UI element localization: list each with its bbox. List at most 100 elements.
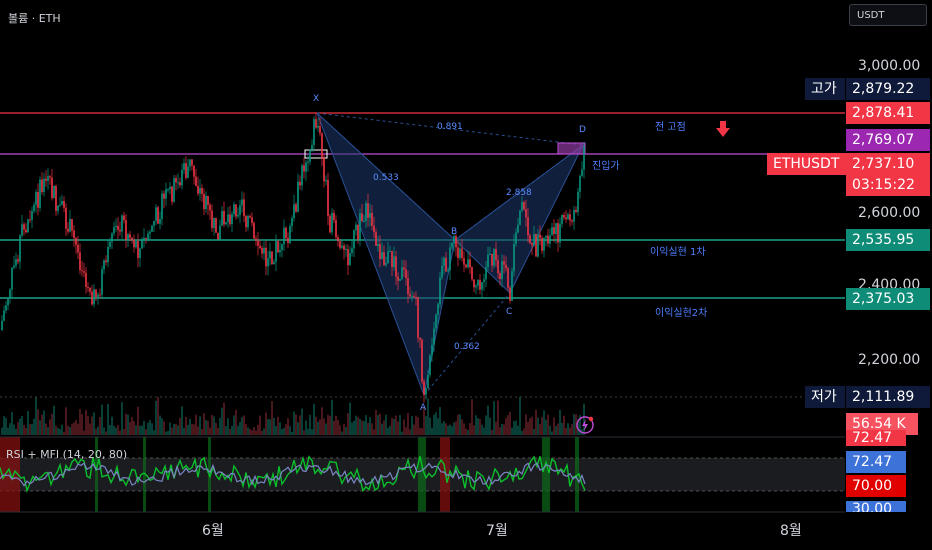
volume-bar [39,420,41,435]
candle-body [109,241,111,247]
volume-bar [19,418,21,435]
candle-body [83,271,85,273]
volume-bar [31,423,33,435]
volume-bar [41,414,43,435]
volume-bar [173,424,175,435]
candle-body [229,214,231,225]
alert-dot [588,416,594,422]
candle-body [35,192,37,205]
candle-body [181,169,183,186]
volume-bar [349,402,351,435]
candle-body [79,252,81,271]
candle-body [301,165,303,186]
candle-body [407,278,409,295]
candle-body [263,247,265,254]
volume-bar [361,420,363,435]
red-line-price-tag[interactable]: 2,878.41 [846,102,930,124]
candle-body [297,181,299,212]
volume-bar [561,422,563,435]
volume-bar [555,426,557,435]
candle-body [289,226,291,243]
volume-bar [273,417,275,435]
candle-body [27,219,29,233]
point-x-label: X [313,94,320,104]
volume-bar [377,415,379,435]
price-chart[interactable] [0,0,932,550]
candle-body [369,212,371,218]
candle-body [167,189,169,191]
candle-body [387,251,389,264]
volume-bar [215,422,217,435]
volume-bar [309,414,311,435]
volume-bar [313,403,315,435]
volume-bar [103,427,105,435]
candle-body [155,207,157,221]
volume-bar [297,422,299,435]
candle-body [325,180,327,182]
entry-zone-box[interactable] [557,142,586,155]
candle-body [299,181,301,186]
candle-body [459,248,461,258]
candle-body [575,209,577,212]
volume-bar [533,428,535,435]
volume-bar [371,423,373,435]
volume-bar [369,417,371,435]
candle-body [503,261,505,265]
volume-bar [421,428,423,435]
volume-bar [43,410,45,435]
candle-body [19,235,21,262]
candle-body [21,224,23,236]
volume-bar [149,420,151,435]
candle-body [209,205,211,211]
chart-stage[interactable]: 볼륨 · ETH USDT X A B C D 0.533 0.362 2.85… [0,0,932,550]
volume-bar [507,415,509,435]
volume-bar [99,417,101,435]
candle-body [533,234,535,246]
volume-bar [459,414,461,435]
purple-line-price-tag[interactable]: 2,769.07 [846,129,930,151]
volume-bar [69,427,71,435]
volume-bar [197,426,199,435]
volume-bar [253,427,255,435]
tp1-price-tag[interactable]: 2,535.95 [846,229,930,251]
candle-body [513,243,515,272]
volume-bar [281,429,283,435]
currency-select[interactable]: USDT [849,4,927,26]
candle-body [343,245,345,250]
candle-body [565,217,567,220]
candle-body [529,235,531,244]
candle-body [95,289,97,298]
volume-bar [27,410,29,435]
candle-body [337,237,339,242]
candle-body [437,304,439,315]
volume-bar [85,409,87,435]
volume-bar [201,428,203,435]
candle-body [309,149,311,162]
volume-bar [65,407,67,435]
pattern-xab[interactable] [316,112,456,397]
volume-bar [9,423,11,435]
volume-bar [545,419,547,435]
volume-bar [289,426,291,435]
volume-bar [25,427,27,435]
candle-body [441,265,443,278]
candle-body [165,189,167,199]
candle-body [147,233,149,240]
candle-body [211,210,213,228]
volume-bar [105,431,107,435]
candle-body [25,229,27,233]
volume-bar [397,421,399,435]
volume-bar [407,412,409,435]
candle-body [527,217,529,236]
volume-bar [353,420,355,435]
volume-bar [161,418,163,435]
volume-bar [301,408,303,435]
tp2-price-tag[interactable]: 2,375.03 [846,288,930,310]
candle-body [411,296,413,298]
candle-body [555,223,557,234]
candle-body [331,212,333,233]
candle-body [363,221,365,223]
candle-body [403,267,405,270]
volume-bar [519,396,521,435]
candle-body [383,252,385,266]
